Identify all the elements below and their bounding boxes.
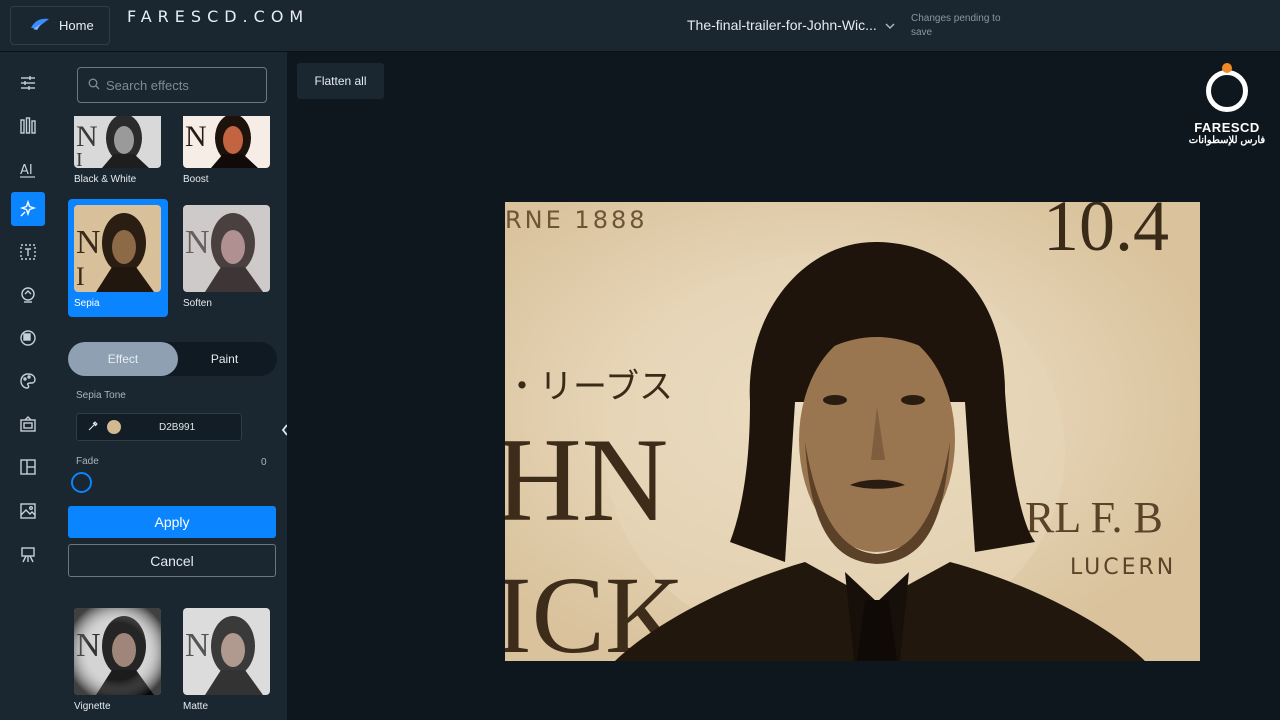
filters-icon[interactable] xyxy=(11,109,45,143)
effect-label: Sepia xyxy=(74,298,100,309)
photo-text-japanese: ・リーブス xyxy=(505,367,673,407)
cancel-button[interactable]: Cancel xyxy=(68,544,276,577)
logo-mark xyxy=(1206,63,1248,112)
svg-text:N: N xyxy=(185,224,210,261)
document-title[interactable]: The-final-trailer-for-John-Wic... xyxy=(687,17,895,33)
fade-label: Fade xyxy=(76,456,99,467)
effect-matte[interactable]: N Matte xyxy=(183,608,283,712)
effects-icon[interactable] xyxy=(11,192,45,226)
chevron-down-icon xyxy=(885,17,895,33)
layout-icon[interactable] xyxy=(11,450,45,484)
effect-label: Soften xyxy=(183,298,212,309)
search-box[interactable] xyxy=(77,67,267,103)
svg-text:N: N xyxy=(185,627,210,664)
color-hex-value[interactable]: D2B991 xyxy=(159,422,195,433)
app-logo-icon xyxy=(29,16,51,35)
search-icon xyxy=(88,78,100,93)
svg-text:I: I xyxy=(76,149,83,168)
top-bar: Home FARESCD.COM The-final-trailer-for-J… xyxy=(0,0,1280,52)
home-label: Home xyxy=(59,18,94,33)
effect-label: Vignette xyxy=(74,701,111,712)
svg-text:N: N xyxy=(76,224,101,261)
effect-thumbnail: N xyxy=(183,205,270,292)
effect-label: Black & White xyxy=(74,174,137,185)
eyedropper-icon[interactable] xyxy=(87,420,99,435)
effect-label: Boost xyxy=(183,174,209,185)
overlay-icon[interactable] xyxy=(11,321,45,355)
photo-text-rne: RNE 1888 xyxy=(505,206,648,234)
text-icon[interactable] xyxy=(11,235,45,269)
sepia-tone-label: Sepia Tone xyxy=(76,390,126,401)
logo-name: FARESCD xyxy=(1194,120,1260,135)
adjust-icon[interactable] xyxy=(11,66,45,100)
home-button[interactable]: Home xyxy=(10,6,110,45)
paint-icon[interactable] xyxy=(11,364,45,398)
save-status: Changes pending to save xyxy=(911,13,1001,38)
easel-icon[interactable] xyxy=(11,538,45,572)
svg-text:I: I xyxy=(76,262,85,291)
tool-rail: AI xyxy=(0,52,57,720)
effect-thumbnail: N xyxy=(183,608,270,695)
effect-black-white[interactable]: N I Black & White xyxy=(74,116,174,185)
photo-text-brand: RL F. B xyxy=(1025,493,1163,542)
apply-button[interactable]: Apply xyxy=(68,506,276,538)
effect-sepia[interactable]: N I Sepia xyxy=(68,199,168,317)
image-icon[interactable] xyxy=(11,494,45,528)
search-input[interactable] xyxy=(106,77,256,93)
canvas-area: Flatten all FARESCD فارس للإسطوانات RNE … xyxy=(287,52,1280,720)
logo-subtitle: فارس للإسطوانات xyxy=(1188,135,1266,146)
mode-toggle: Effect Paint xyxy=(68,342,277,376)
frame-icon[interactable] xyxy=(11,407,45,441)
photo-text-hn: HN xyxy=(505,413,668,546)
farescd-logo: FARESCD فارس للإسطوانات xyxy=(1182,63,1272,146)
svg-text:AI: AI xyxy=(20,163,33,178)
fade-slider-handle[interactable] xyxy=(71,472,92,493)
effect-thumbnail: N xyxy=(74,608,161,695)
brand-watermark: FARESCD.COM xyxy=(127,7,310,26)
sticker-icon[interactable] xyxy=(11,278,45,312)
color-swatch[interactable] xyxy=(107,420,121,434)
effect-label: Matte xyxy=(183,701,209,712)
fade-value: 0 xyxy=(261,457,267,468)
photo-text-lucern: LUCERN xyxy=(1070,555,1176,580)
edited-photo[interactable]: RNE 1888 10.4 ・リーブス HN ICK RL F. B LUCER… xyxy=(505,202,1200,661)
svg-text:N: N xyxy=(185,120,207,153)
effect-boost[interactable]: N Boost xyxy=(183,116,283,185)
effect-vignette[interactable]: N Vignette xyxy=(74,608,174,712)
flatten-all-button[interactable]: Flatten all xyxy=(297,63,384,99)
sepia-tone-field[interactable]: D2B991 xyxy=(76,413,242,441)
effect-soften[interactable]: N Soften xyxy=(183,205,283,309)
effect-thumbnail: N xyxy=(183,116,270,168)
text-ai-icon[interactable]: AI xyxy=(11,152,45,186)
effects-panel: N I Black & White N Boost N xyxy=(57,52,287,720)
tab-paint[interactable]: Paint xyxy=(172,342,277,376)
effect-thumbnail: N I xyxy=(74,116,161,168)
tab-effect[interactable]: Effect xyxy=(68,342,178,376)
document-title-text: The-final-trailer-for-John-Wic... xyxy=(687,17,877,33)
effect-thumbnail: N I xyxy=(74,205,161,292)
photo-text-104: 10.4 xyxy=(1043,202,1169,266)
